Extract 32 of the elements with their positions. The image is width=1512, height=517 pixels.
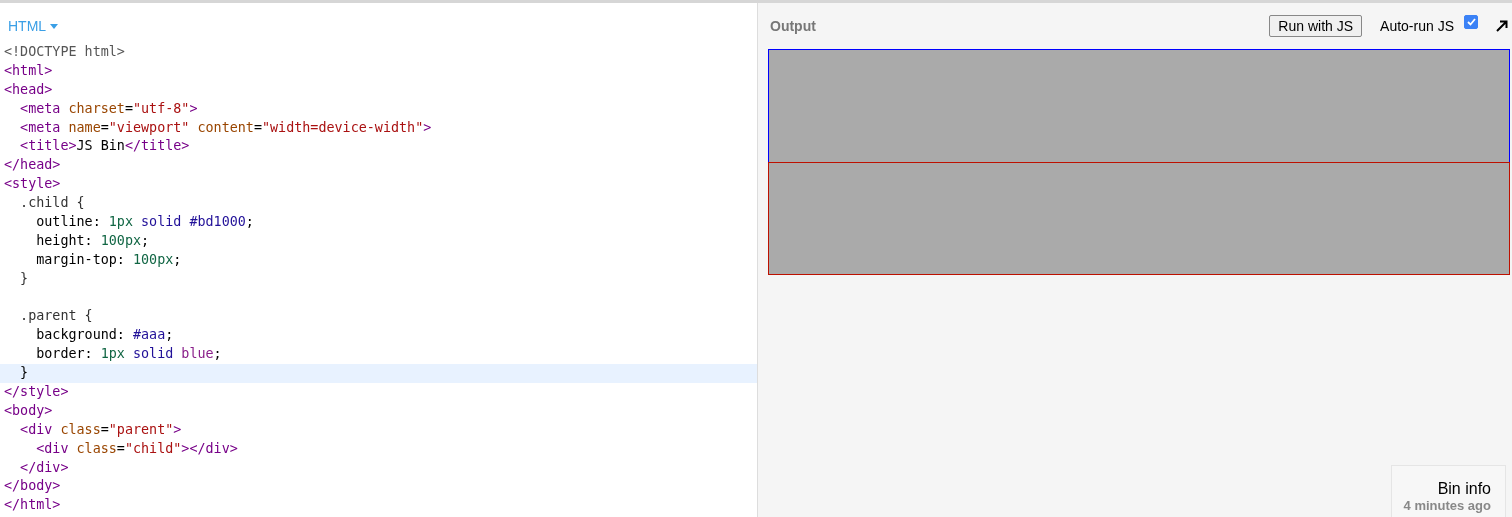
code-line: .child {: [19, 194, 86, 213]
bin-info-panel[interactable]: Bin info 4 minutes ago: [1390, 465, 1506, 517]
code-line: margin-top: 100px;: [35, 250, 183, 269]
code-line: </div>: [19, 458, 70, 477]
code-line: }: [19, 269, 30, 288]
code-line: background: #aaa;: [35, 326, 175, 345]
code-line: </html>: [3, 496, 62, 515]
caret-icon: [50, 23, 59, 29]
code-line: outline: 1px solid #bd1000;: [35, 213, 255, 231]
arrow-icon[interactable]: [1496, 20, 1508, 32]
code-line: <head>: [3, 80, 54, 99]
bin-info-title: Bin info: [1437, 480, 1491, 498]
code-line: <body>: [3, 401, 54, 420]
code-line: <title>JS Bin</title>: [19, 137, 191, 156]
code-line: border: 1px solid blue;: [35, 345, 223, 364]
code-line: <div class="parent">: [19, 420, 183, 439]
code-line: </head>: [3, 156, 62, 175]
code-line: <div class="child"></div>: [35, 439, 239, 458]
bin-info-time: 4 minutes ago: [1403, 498, 1491, 513]
run-button[interactable]: Run with JS: [1269, 15, 1363, 37]
code-line: <meta charset="utf-8">: [19, 99, 199, 118]
code-line: </body>: [3, 477, 62, 496]
code-line: </style>: [3, 383, 70, 402]
code-line: <style>: [3, 175, 62, 194]
code-line: height: 100px;: [35, 231, 151, 250]
autorun-checkbox[interactable]: [1464, 15, 1478, 29]
code-line: <html>: [3, 61, 54, 80]
code-line: <!DOCTYPE html>: [3, 43, 126, 61]
output-title: Output: [770, 18, 817, 34]
code-line: .parent {: [19, 307, 94, 326]
code-line: <meta name="viewport" content="width=device-width">: [19, 118, 433, 137]
autorun-label: Auto-run JS: [1380, 18, 1454, 34]
